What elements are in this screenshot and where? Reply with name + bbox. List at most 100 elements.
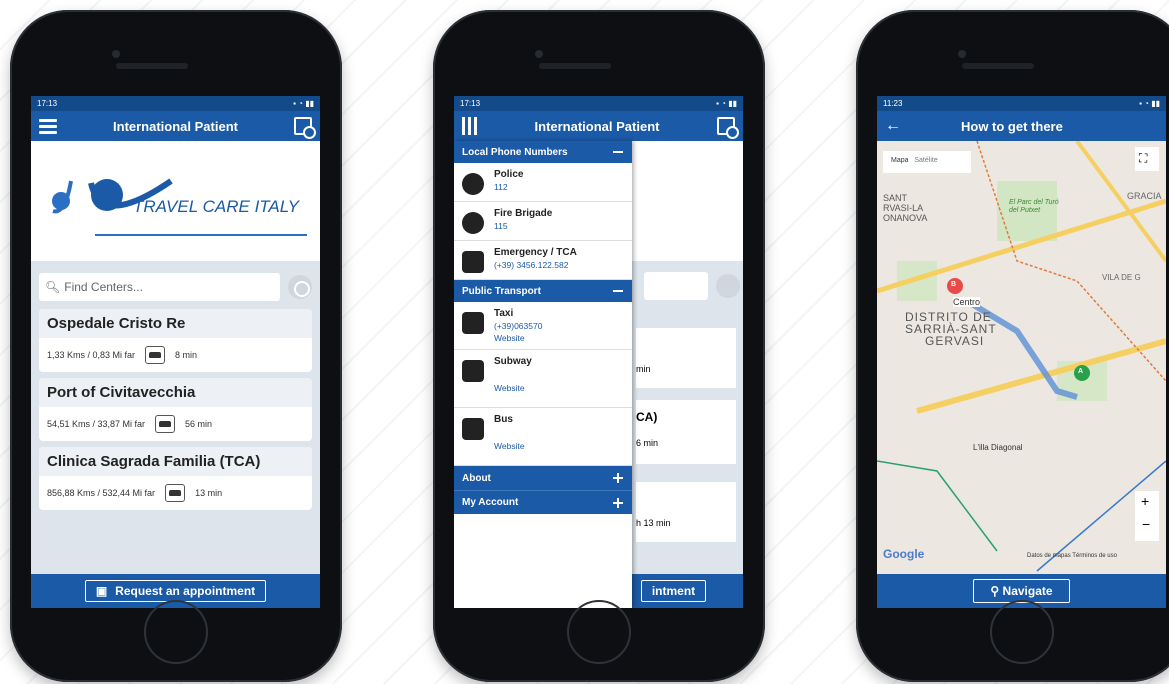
home-button[interactable] — [990, 600, 1054, 664]
back-arrow-icon[interactable]: ← — [885, 117, 901, 135]
website-link[interactable]: Website — [494, 383, 532, 393]
calendar-clock-icon[interactable] — [717, 117, 739, 139]
zoom-in-icon[interactable]: + — [1141, 493, 1149, 509]
background-location-icon — [716, 274, 740, 298]
background-card: min — [636, 328, 736, 388]
center-name: Port of Civitavecchia — [39, 378, 312, 407]
list-item[interactable]: Taxi (+39)063570 Website — [454, 302, 632, 350]
car-icon — [155, 415, 176, 433]
partial-text: CA) — [636, 410, 658, 424]
collapse-icon[interactable] — [612, 146, 624, 158]
section-my-account[interactable]: My Account — [454, 490, 632, 514]
appointment-button-partial[interactable]: intment — [640, 580, 707, 602]
fullscreen-icon[interactable]: ⛶ — [1139, 151, 1147, 166]
section-title: About — [462, 472, 491, 484]
item-title: Bus — [494, 414, 513, 425]
app-title: International Patient — [113, 118, 238, 134]
list-item[interactable]: Port of Civitavecchia 54,51 Kms / 33,87 … — [39, 378, 312, 441]
phone-menu-screen: 17:13 ▪ ◔ ▮▮ International Patient min C… — [433, 10, 765, 682]
search-placeholder: Find Centers... — [64, 280, 143, 294]
marker-a[interactable]: A — [1078, 368, 1083, 375]
collapse-icon[interactable] — [612, 285, 624, 297]
bus-icon — [462, 418, 484, 440]
list-item[interactable]: Police 112 — [454, 163, 632, 202]
center-distance: 54,51 Kms / 33,87 Mi far — [47, 419, 146, 429]
expand-icon[interactable] — [612, 472, 624, 484]
status-bar: 17:13 ▪ ◔ ▮▮ — [454, 96, 743, 111]
police-icon — [462, 173, 484, 195]
firefighter-icon — [462, 212, 484, 234]
side-drawer: Local Phone Numbers Police 112 Fire Briga… — [454, 141, 632, 608]
calendar-clock-icon[interactable] — [294, 117, 316, 139]
marker-b[interactable]: B — [951, 281, 956, 288]
car-icon — [165, 484, 186, 502]
front-camera — [112, 50, 120, 58]
map-label-gracia: GRACIA — [1127, 191, 1162, 201]
partial-text: min — [636, 364, 651, 374]
center-distance: 856,88 Kms / 532,44 Mi far — [47, 488, 156, 498]
app-title: International Patient — [534, 118, 660, 134]
menu-icon[interactable] — [462, 117, 477, 135]
speaker-grille — [962, 63, 1034, 69]
zoom-out-icon[interactable]: − — [1142, 516, 1150, 532]
status-time: 17:13 — [37, 99, 58, 108]
list-item[interactable]: Ospedale Cristo Re 1,33 Kms / 0,83 Mi fa… — [39, 309, 312, 372]
search-input[interactable]: 🔍︎ Find Centers... — [39, 273, 280, 301]
item-number[interactable]: 112 — [494, 182, 523, 192]
list-item[interactable]: Clinica Sagrada Familia (TCA) 856,88 Kms… — [39, 447, 312, 510]
list-item[interactable]: Bus Website — [454, 408, 632, 466]
background-logo-area — [632, 141, 743, 261]
section-title: My Account — [462, 497, 519, 508]
center-time: 8 min — [175, 350, 198, 360]
list-item[interactable]: Subway Website — [454, 350, 632, 408]
home-button[interactable] — [567, 600, 631, 664]
taxi-icon — [462, 312, 484, 334]
map[interactable]: Mapa Satélite SANT RVASI-LA ONANOVA GRACIA… — [877, 141, 1166, 574]
menu-icon[interactable] — [39, 118, 57, 134]
location-icon[interactable] — [288, 275, 312, 299]
website-link[interactable]: Website — [494, 441, 525, 451]
screen: 17:13 ▪ ◔ ▮▮ International Patient min C… — [454, 96, 743, 608]
subway-icon — [462, 360, 484, 382]
doctor-icon: ▣ — [95, 584, 108, 598]
home-button[interactable] — [144, 600, 208, 664]
satellite-tab[interactable]: Satélite — [914, 157, 937, 164]
website-link[interactable]: Website — [494, 333, 542, 343]
center-distance: 1,33 Kms / 0,83 Mi far — [47, 350, 136, 360]
front-camera — [535, 50, 543, 58]
status-time: 17:13 — [460, 99, 481, 108]
background-card: CA) 6 min — [636, 400, 736, 464]
map-tab[interactable]: Mapa — [891, 157, 909, 164]
status-icons: ▪ ◔ ▮▮ — [716, 99, 737, 108]
section-title: Local Phone Numbers — [462, 146, 568, 158]
map-label-sant: SANT RVASI-LA ONANOVA — [883, 193, 928, 223]
map-label-centro: Centro — [953, 297, 981, 307]
phone-map-screen: 11:23 ▪ ◔ ▮▮ ← How to get there Mapa Sat… — [856, 10, 1169, 682]
map-terms[interactable]: Datos de mapas Términos de uso — [1027, 553, 1117, 559]
search-row: 🔍︎ Find Centers... — [31, 261, 320, 309]
map-label-vila: VILA DE G — [1102, 273, 1141, 282]
item-number[interactable]: 115 — [494, 221, 552, 231]
item-number[interactable]: (+39) 3456.122.582 — [494, 260, 577, 270]
expand-icon[interactable] — [612, 497, 624, 509]
app-bar: ← How to get there — [877, 111, 1166, 141]
list-item[interactable]: Fire Brigade 115 — [454, 202, 632, 241]
section-public-transport[interactable]: Public Transport — [454, 280, 632, 302]
status-time: 11:23 — [883, 99, 903, 108]
section-title: Public Transport — [462, 285, 541, 297]
center-time: 13 min — [195, 488, 223, 498]
center-name: Clinica Sagrada Familia (TCA) — [39, 447, 312, 476]
section-local-phone[interactable]: Local Phone Numbers — [454, 141, 632, 163]
partial-text: h 13 min — [636, 518, 671, 528]
page-title: How to get there — [961, 118, 1063, 134]
background-search — [644, 272, 708, 300]
list-item[interactable]: Emergency / TCA (+39) 3456.122.582 — [454, 241, 632, 280]
request-appointment-button[interactable]: ▣ Request an appointment — [84, 580, 267, 602]
map-type-toggle[interactable]: Mapa Satélite — [891, 157, 938, 164]
status-bar: 11:23 ▪ ◔ ▮▮ — [877, 96, 1166, 111]
item-title: Emergency / TCA — [494, 247, 577, 258]
item-number[interactable]: (+39)063570 — [494, 321, 542, 331]
status-icons: ▪ ◔ ▮▮ — [1139, 99, 1160, 108]
map-label-parc: El Parc del Turó del Putxet — [1009, 199, 1059, 214]
section-about[interactable]: About — [454, 466, 632, 490]
